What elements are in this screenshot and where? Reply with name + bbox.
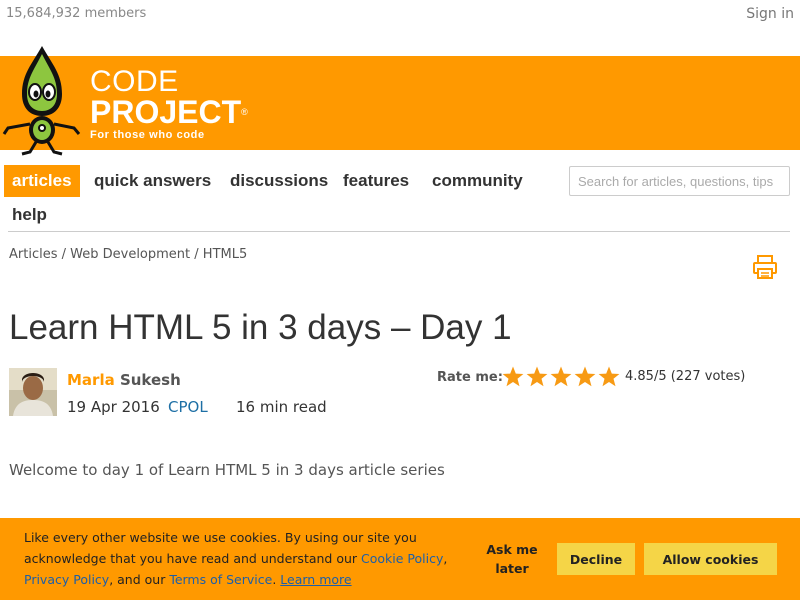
article-date: 19 Apr 2016 [67, 398, 160, 416]
star-icon[interactable] [549, 363, 573, 391]
breadcrumb-html5[interactable]: HTML5 [203, 247, 247, 262]
codeproject-mascot-logo[interactable] [2, 44, 82, 156]
logo-line-code: CODE [90, 65, 179, 98]
star-icon[interactable] [501, 363, 525, 391]
author-last-name: Sukesh [119, 371, 181, 389]
learn-more-link[interactable]: Learn more [280, 572, 351, 587]
cookie-text-comma: , [443, 551, 448, 566]
terms-of-service-link[interactable]: Terms of Service [169, 572, 272, 587]
rating-score: 4.85/5 (227 votes) [625, 369, 746, 384]
allow-cookies-button[interactable]: Allow cookies [644, 543, 777, 575]
cookie-text-part1: Like every other website we use cookies.… [24, 530, 417, 566]
license-link[interactable]: CPOL [168, 398, 208, 416]
logo-line-project: PROJECT® [90, 96, 248, 128]
site-logo-text[interactable]: CODE PROJECT® For those who code [90, 65, 248, 142]
member-count: 15,684,932 members [6, 6, 147, 21]
author-avatar[interactable] [9, 368, 57, 416]
logo-tagline: For those who code [90, 129, 205, 141]
nav-item-quick-answers[interactable]: quick answers [94, 171, 211, 191]
nav-divider [8, 231, 790, 232]
nav-item-help[interactable]: help [12, 205, 47, 225]
article-title: Learn HTML 5 in 3 days – Day 1 [9, 308, 512, 347]
decline-cookies-button[interactable]: Decline [557, 543, 635, 575]
nav-item-articles[interactable]: articles [4, 165, 80, 197]
star-icon[interactable] [597, 363, 621, 391]
privacy-policy-link[interactable]: Privacy Policy [24, 572, 109, 587]
breadcrumb-separator: / [190, 247, 203, 262]
top-bar: 15,684,932 members Sign in [0, 0, 800, 28]
cookie-policy-link[interactable]: Cookie Policy [361, 551, 443, 566]
rating-stars[interactable] [501, 363, 621, 391]
ask-me-later-button[interactable]: Ask me later [486, 540, 538, 578]
read-time: 16 min read [236, 398, 327, 416]
article-intro: Welcome to day 1 of Learn HTML 5 in 3 da… [9, 461, 445, 479]
cookie-message: Like every other website we use cookies.… [24, 527, 474, 590]
author-first-name[interactable]: Marla [67, 371, 115, 389]
registered-mark: ® [241, 107, 248, 117]
nav-item-discussions[interactable]: discussions [230, 171, 328, 191]
search-input[interactable] [569, 166, 790, 196]
rate-me-label: Rate me: [437, 370, 503, 385]
cookie-text-part2: , and our [109, 572, 170, 587]
breadcrumb-articles[interactable]: Articles [9, 247, 57, 262]
nav-item-community[interactable]: community [432, 171, 523, 191]
breadcrumb: Articles / Web Development / HTML5 [9, 247, 247, 262]
star-icon[interactable] [525, 363, 549, 391]
print-icon[interactable] [752, 254, 778, 280]
cookie-text-period: . [272, 572, 277, 587]
breadcrumb-separator: / [57, 247, 71, 262]
logo-project-word: PROJECT [90, 94, 242, 130]
nav-item-features[interactable]: features [343, 171, 409, 191]
sign-in-link[interactable]: Sign in [746, 6, 794, 22]
star-icon[interactable] [573, 363, 597, 391]
author-name: Marla Sukesh [67, 371, 181, 389]
breadcrumb-web-development[interactable]: Web Development [70, 247, 190, 262]
